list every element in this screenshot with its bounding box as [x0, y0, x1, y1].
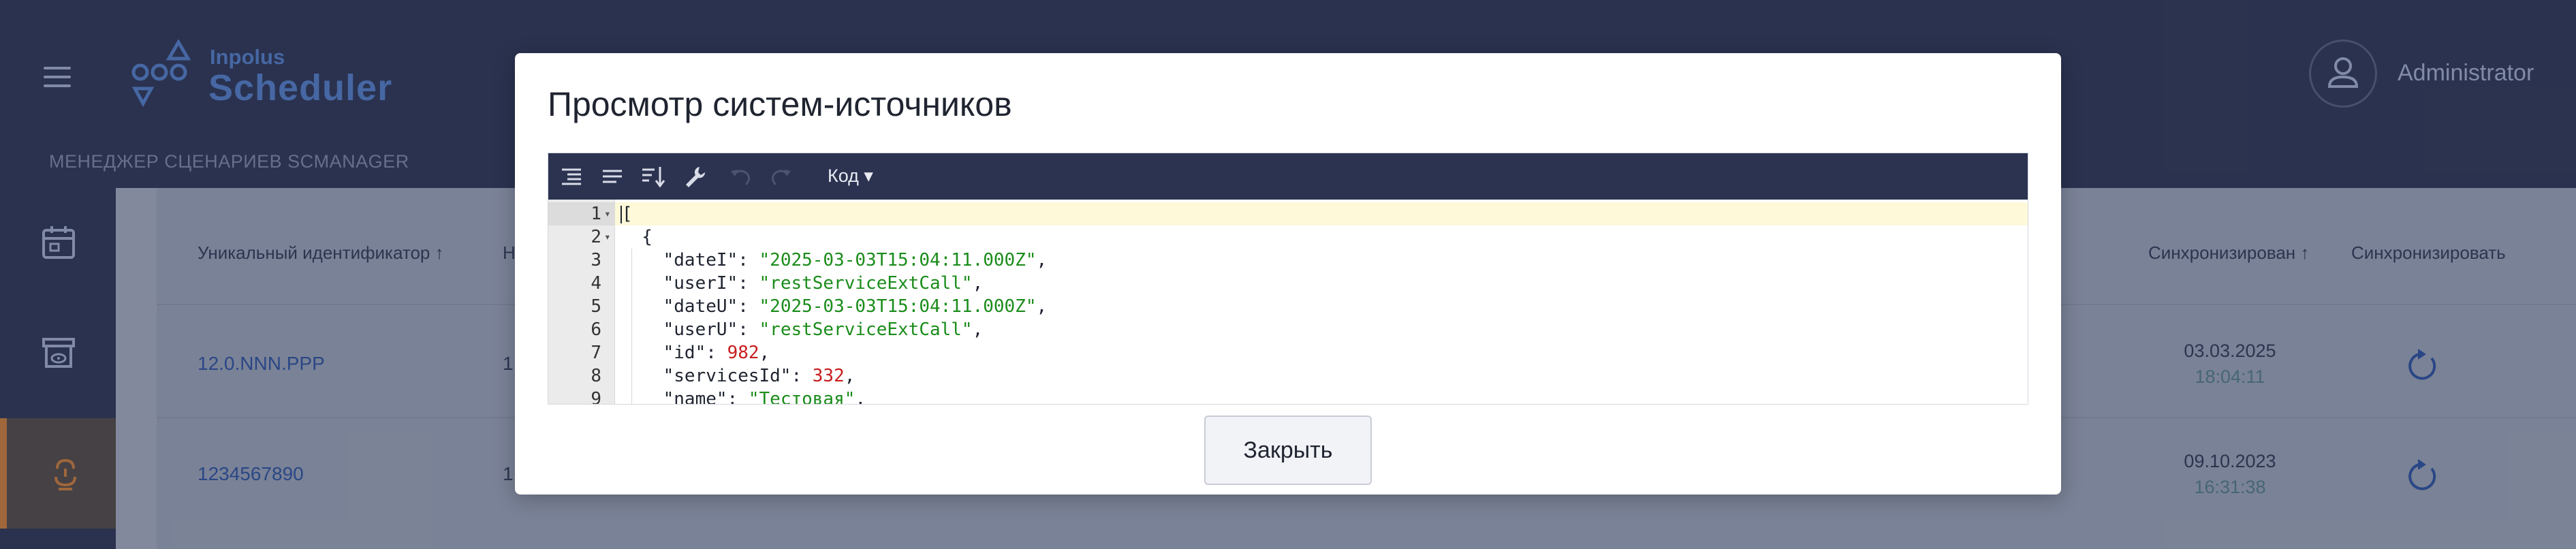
- code-token: ,: [972, 319, 984, 340]
- code-token: ,: [972, 273, 984, 294]
- mode-select[interactable]: Код ▾: [828, 166, 873, 187]
- code-line[interactable]: "name": "Тестовая",: [615, 388, 2028, 405]
- line-number: 8: [591, 366, 601, 386]
- code-area[interactable]: 1 ▾ [2 ▾ {3 "dateI": "2025-03-03T15:04:11.0…: [548, 200, 2028, 405]
- line-number: 3: [591, 250, 601, 270]
- redo-button[interactable]: [768, 163, 795, 190]
- code-token: "dateI": [663, 250, 738, 270]
- code-line[interactable]: "userI": "restServiceExtCall",: [615, 272, 2028, 295]
- code-token: :: [738, 319, 759, 340]
- redo-icon: [771, 170, 791, 186]
- code-token: "userI": [663, 273, 738, 294]
- string-token: "Тестовая": [748, 389, 855, 405]
- undo-icon: [731, 170, 751, 186]
- line-number: 6: [591, 319, 601, 340]
- wrench-icon: [686, 167, 706, 187]
- code-line[interactable]: "userU": "restServiceExtCall",: [615, 318, 2028, 341]
- sort-button[interactable]: [640, 163, 667, 190]
- code-token: :: [738, 250, 759, 270]
- code-token: ,: [1036, 296, 1048, 317]
- code-line[interactable]: "id": 982,: [615, 341, 2028, 364]
- code-line[interactable]: {: [615, 225, 2028, 249]
- repair-button[interactable]: [680, 163, 708, 190]
- code-token: :: [727, 389, 749, 405]
- string-token: "2025-03-03T15:04:11.000Z": [759, 250, 1037, 270]
- line-number: 1: [591, 204, 601, 224]
- sort-icon: [642, 167, 665, 188]
- format-button[interactable]: [558, 163, 585, 190]
- number-token: 982: [727, 343, 759, 363]
- compact-button[interactable]: [599, 163, 626, 190]
- string-token: "restServiceExtCall": [759, 319, 973, 340]
- json-editor[interactable]: Код ▾ 1 ▾ [2 ▾ {3 "dateI": "2025-03-03T15:0…: [548, 153, 2028, 405]
- undo-button[interactable]: [727, 163, 754, 190]
- modal-title: Просмотр систем-источников: [548, 85, 1012, 123]
- code-token: "servicesId": [663, 366, 791, 386]
- code-token: [: [622, 204, 633, 224]
- code-token: :: [706, 343, 727, 363]
- code-token: "id": [663, 343, 706, 363]
- code-line[interactable]: "servicesId": 332,: [615, 364, 2028, 388]
- fold-toggle-icon[interactable]: ▾: [604, 202, 612, 225]
- code-token: "dateU": [663, 296, 738, 317]
- line-number: 4: [591, 273, 601, 294]
- line-number: 5: [591, 296, 601, 317]
- string-token: "restServiceExtCall": [759, 273, 973, 294]
- code-token: "userU": [663, 319, 738, 340]
- code-line[interactable]: "dateI": "2025-03-03T15:04:11.000Z",: [615, 249, 2028, 272]
- code-token: ,: [855, 389, 866, 405]
- indent-guide: [631, 249, 632, 404]
- fold-toggle-icon[interactable]: ▾: [604, 225, 612, 249]
- code-token: ,: [759, 343, 770, 363]
- code-token: "name": [663, 389, 727, 405]
- number-token: 332: [812, 366, 845, 386]
- code-line[interactable]: "dateU": "2025-03-03T15:04:11.000Z",: [615, 295, 2028, 318]
- format-icon: [562, 168, 581, 185]
- code-token: :: [738, 296, 759, 317]
- compact-icon: [603, 170, 622, 183]
- string-token: "2025-03-03T15:04:11.000Z": [759, 296, 1037, 317]
- line-number: 2: [591, 227, 601, 247]
- code-token: :: [791, 366, 813, 386]
- close-button[interactable]: Закрыть: [1204, 415, 1372, 485]
- line-number: 9: [591, 389, 601, 405]
- code-line[interactable]: [: [615, 202, 2028, 225]
- sources-view-modal: Просмотр систем-источников Код ▾ 1 ▾ [2…: [515, 53, 2061, 495]
- code-token: ,: [844, 366, 855, 386]
- code-token: {: [621, 227, 653, 247]
- editor-toolbar: Код ▾: [548, 153, 2028, 200]
- code-token: ,: [1036, 250, 1048, 270]
- code-token: :: [738, 273, 759, 294]
- line-number: 7: [591, 343, 601, 363]
